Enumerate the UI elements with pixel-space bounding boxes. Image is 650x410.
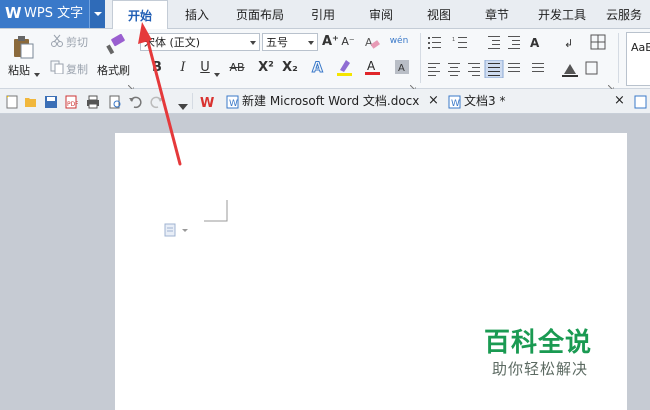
chevron-down-icon bbox=[308, 41, 314, 45]
format-painter-icon[interactable] bbox=[104, 33, 126, 56]
font-size-select[interactable]: 五号 bbox=[262, 33, 318, 51]
copy-button[interactable]: 复制 bbox=[66, 61, 88, 77]
watermark-title: 百科全说 bbox=[484, 328, 593, 358]
toolbar-divider bbox=[192, 93, 193, 109]
word-doc-icon bbox=[634, 95, 648, 109]
table-borders-icon[interactable] bbox=[590, 34, 606, 50]
paste-icon[interactable] bbox=[12, 35, 34, 59]
annotation-arrow-icon bbox=[138, 22, 188, 168]
open-folder-icon[interactable] bbox=[24, 95, 38, 109]
paste-options-icon[interactable] bbox=[164, 223, 190, 237]
svg-text:A: A bbox=[365, 36, 373, 49]
close-tab-icon[interactable]: × bbox=[614, 90, 625, 112]
tab-page-layout[interactable]: 页面布局 bbox=[228, 0, 292, 28]
cut-icon[interactable] bbox=[50, 34, 64, 48]
paste-button[interactable]: 粘贴 bbox=[8, 62, 30, 78]
tab-view[interactable]: 视图 bbox=[416, 0, 462, 28]
svg-text:A: A bbox=[530, 36, 540, 50]
export-pdf-icon[interactable]: PDF bbox=[64, 95, 79, 109]
tab-references[interactable]: 引用 bbox=[300, 0, 346, 28]
svg-text:↲: ↲ bbox=[564, 37, 573, 50]
close-tab-icon[interactable]: × bbox=[428, 90, 439, 112]
page-margin-corner bbox=[204, 200, 228, 222]
chevron-down-icon bbox=[250, 41, 256, 45]
font-color-icon[interactable]: A bbox=[364, 58, 382, 76]
shrink-font-button[interactable]: A⁻ bbox=[340, 33, 356, 51]
doc-tab-1-title[interactable]: 新建 Microsoft Word 文档.docx bbox=[242, 90, 419, 112]
tab-review[interactable]: 审阅 bbox=[358, 0, 404, 28]
subscript-button[interactable]: X₂ bbox=[280, 59, 300, 77]
svg-text:PDF: PDF bbox=[67, 101, 78, 108]
copy-icon[interactable] bbox=[50, 60, 64, 75]
phonetic-guide-button[interactable]: wén bbox=[388, 32, 410, 50]
save-icon[interactable] bbox=[44, 95, 58, 109]
clipboard-group-launcher-icon[interactable] bbox=[127, 80, 135, 92]
paragraph-row-1: 1 A ↲ bbox=[428, 34, 588, 52]
new-document-icon[interactable] bbox=[5, 95, 19, 109]
svg-text:A: A bbox=[398, 63, 405, 74]
superscript-button[interactable]: X² bbox=[256, 59, 276, 77]
svg-text:W: W bbox=[200, 96, 214, 110]
ribbon-divider bbox=[420, 33, 421, 83]
svg-text:1: 1 bbox=[452, 37, 455, 43]
paste-dropdown-icon[interactable] bbox=[34, 66, 40, 77]
app-title: WPS 文字 bbox=[24, 6, 84, 21]
word-doc-icon: W bbox=[448, 95, 462, 109]
print-preview-icon[interactable] bbox=[108, 95, 122, 109]
tab-cloud[interactable]: 云服务 bbox=[600, 0, 648, 28]
char-shading-icon[interactable]: A bbox=[394, 59, 410, 75]
paragraph-group-launcher-icon[interactable] bbox=[607, 80, 615, 92]
wps-logo-icon: W bbox=[5, 4, 22, 22]
document-gutter bbox=[627, 133, 650, 410]
app-menu-button[interactable]: W WPS 文字 bbox=[0, 0, 105, 28]
clear-format-icon[interactable]: A bbox=[364, 34, 380, 50]
format-painter-button[interactable]: 格式刷 bbox=[97, 62, 130, 78]
grow-font-button[interactable]: A⁺ bbox=[322, 33, 339, 51]
ribbon-divider bbox=[618, 33, 619, 83]
app-menu-dropdown-icon[interactable] bbox=[89, 0, 105, 28]
underline-button[interactable]: U bbox=[198, 59, 212, 77]
cut-button[interactable]: 剪切 bbox=[66, 34, 88, 50]
doc-tab-2-title[interactable]: 文档3 * bbox=[464, 90, 505, 112]
wps-cloud-icon[interactable]: W bbox=[200, 94, 218, 111]
tab-chapter[interactable]: 章节 bbox=[474, 0, 520, 28]
style-gallery[interactable]: AaB bbox=[626, 32, 650, 86]
font-group-launcher-icon[interactable] bbox=[409, 80, 417, 92]
underline-dropdown-icon[interactable] bbox=[214, 66, 220, 77]
print-icon[interactable] bbox=[86, 95, 100, 109]
svg-text:W: W bbox=[229, 99, 238, 109]
word-doc-icon: W bbox=[226, 95, 240, 109]
text-effect-icon[interactable]: A bbox=[310, 58, 328, 77]
strikethrough-button[interactable]: AB bbox=[226, 59, 248, 77]
tab-developer[interactable]: 开发工具 bbox=[532, 0, 592, 28]
svg-text:W: W bbox=[451, 99, 460, 109]
paragraph-row-2 bbox=[428, 59, 598, 79]
highlight-color-icon[interactable] bbox=[336, 58, 354, 76]
font-size-value: 五号 bbox=[266, 36, 288, 49]
style-preview-text: AaB bbox=[631, 41, 650, 54]
svg-text:A: A bbox=[312, 60, 323, 76]
watermark-subtitle: 助你轻松解决 bbox=[492, 360, 589, 378]
svg-text:A: A bbox=[367, 59, 376, 73]
